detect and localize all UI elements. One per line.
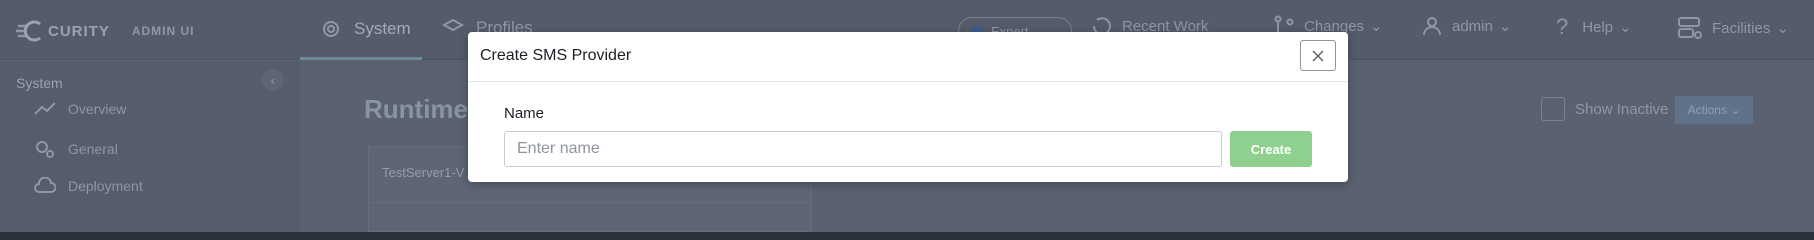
- chevron-down-icon: ⌄: [1370, 18, 1383, 35]
- chevron-down-icon: ⌄: [1498, 18, 1512, 35]
- server-gear-icon: [1678, 17, 1702, 39]
- brand-name: CURITY: [48, 22, 110, 40]
- actions-button[interactable]: Actions ⌄: [1675, 96, 1753, 124]
- close-icon: [1312, 49, 1324, 62]
- question-mark-icon: ?: [1556, 14, 1569, 39]
- show-inactive-toggle[interactable]: Show Inactive: [1541, 97, 1668, 121]
- page-title: Runtime: [364, 94, 468, 124]
- name-input[interactable]: [504, 131, 1222, 167]
- help-menu[interactable]: ? Help ⌄: [1556, 14, 1632, 40]
- user-menu[interactable]: admin ⌄: [1420, 14, 1511, 38]
- actions-label: Actions: [1687, 103, 1727, 117]
- show-inactive-label: Show Inactive: [1575, 100, 1669, 118]
- sidebar-item-label: Overview: [68, 101, 127, 117]
- card-divider: [369, 202, 811, 203]
- chevron-down-icon: ⌄: [1776, 20, 1789, 37]
- close-button[interactable]: [1300, 40, 1336, 71]
- brand-subtitle: ADMIN UI: [131, 24, 195, 38]
- user-icon: [1423, 17, 1441, 36]
- server-name: TestServer1-V: [382, 165, 465, 180]
- facilities-label: Facilities: [1712, 19, 1771, 37]
- create-button[interactable]: Create: [1230, 131, 1312, 167]
- dialog-title: Create SMS Provider: [480, 47, 632, 64]
- dialog-header: Create SMS Provider: [468, 32, 1348, 82]
- user-label: admin: [1452, 17, 1493, 35]
- curity-logo-icon: [16, 20, 41, 42]
- layers-icon: [442, 18, 464, 32]
- sidebar-item-general[interactable]: General: [34, 139, 118, 159]
- sidebar-item-overview[interactable]: Overview: [34, 101, 126, 117]
- facilities-menu[interactable]: Facilities ⌄: [1676, 14, 1789, 42]
- collapse-sidebar-button[interactable]: ‹: [262, 69, 284, 91]
- trend-icon: [34, 102, 56, 115]
- gears-icon: [36, 141, 54, 158]
- tab-system-label: System: [354, 18, 411, 38]
- gear-icon: [323, 20, 339, 37]
- logo: CURITY ADMIN UI: [14, 20, 195, 42]
- sidebar-item-label: Deployment: [68, 178, 143, 194]
- show-inactive-checkbox[interactable]: [1541, 97, 1565, 121]
- create-sms-provider-dialog: Create SMS Provider Name Create: [468, 32, 1348, 182]
- help-label: Help: [1582, 18, 1614, 36]
- tab-system[interactable]: System: [300, 0, 422, 60]
- name-field-label: Name: [504, 105, 545, 122]
- sidebar-title: System: [16, 75, 63, 91]
- sidebar: System ‹ Overview General Deployment: [0, 61, 300, 232]
- sidebar-item-label: General: [68, 141, 118, 157]
- sidebar-item-deployment[interactable]: Deployment: [34, 177, 143, 195]
- chevron-down-icon: ⌄: [1619, 19, 1632, 36]
- cloud-upload-icon: [34, 177, 56, 193]
